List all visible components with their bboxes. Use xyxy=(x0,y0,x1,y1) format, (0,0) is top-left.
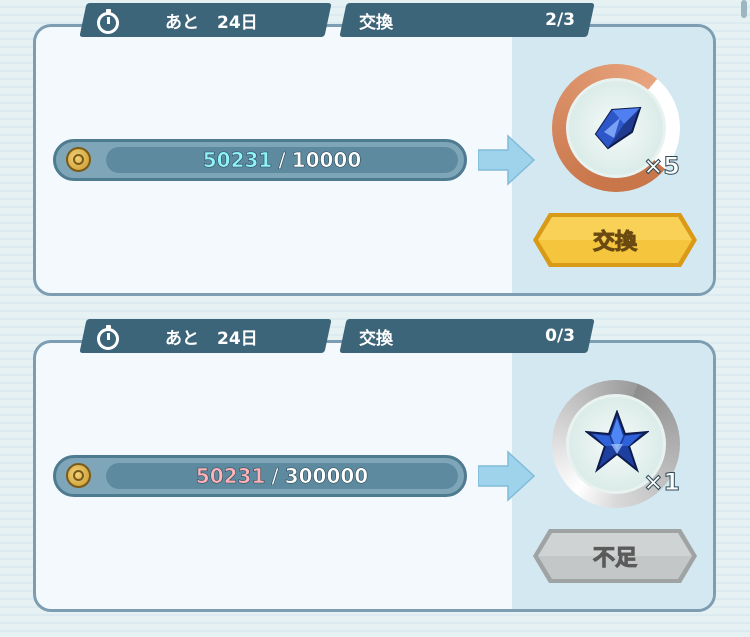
scrollbar-thumb[interactable] xyxy=(741,0,747,18)
exchange-count-tab-1: 交換 2/3 xyxy=(339,3,595,37)
exchange-label: 交換 xyxy=(359,12,393,33)
required-amount: 300000 xyxy=(284,464,369,489)
timer-tab-1: あと 24日 xyxy=(79,3,332,37)
cost-text: 50231 / 300000 xyxy=(106,458,458,494)
timer-tab-2: あと 24日 xyxy=(79,319,332,353)
blue-crystal-shard-icon xyxy=(594,106,642,150)
stopwatch-icon xyxy=(97,9,119,34)
exchange-button-label: 交換 xyxy=(592,230,637,256)
arrow-right-icon xyxy=(478,450,535,502)
owned-amount: 50231 xyxy=(195,464,266,489)
blue-star-crystal-icon xyxy=(585,410,649,473)
exchange-button[interactable]: 交換 xyxy=(531,211,699,269)
insufficient-button-label: 不足 xyxy=(592,546,637,572)
timer-value: 24日 xyxy=(217,12,258,33)
cost-bar-1: 50231 / 10000 xyxy=(53,139,467,181)
scrollbar[interactable] xyxy=(741,0,747,637)
cost-text: 50231 / 10000 xyxy=(106,142,458,178)
exchange-count-tab-2: 交換 0/3 xyxy=(339,319,595,353)
exchange-count: 2/3 xyxy=(545,10,575,30)
timer-prefix: あと xyxy=(165,328,199,349)
reward-quantity: ×1 xyxy=(643,468,681,497)
stopwatch-icon xyxy=(97,325,119,350)
reward-item-1[interactable]: ×5 xyxy=(552,64,680,192)
insufficient-button[interactable]: 不足 xyxy=(531,527,699,585)
reward-item-2[interactable]: ×1 xyxy=(552,380,680,508)
exchange-count: 0/3 xyxy=(545,326,575,346)
owned-amount: 50231 xyxy=(202,148,273,173)
timer-value: 24日 xyxy=(217,328,258,349)
cost-separator: / xyxy=(278,148,286,173)
cost-separator: / xyxy=(271,464,279,489)
arrow-right-icon xyxy=(478,134,535,186)
timer-prefix: あと xyxy=(165,12,199,33)
cost-bar-2: 50231 / 300000 xyxy=(53,455,467,497)
required-amount: 10000 xyxy=(291,148,362,173)
reward-quantity: ×5 xyxy=(643,152,681,181)
coin-icon xyxy=(66,147,91,172)
exchange-label: 交換 xyxy=(359,328,393,349)
coin-icon xyxy=(66,463,91,488)
